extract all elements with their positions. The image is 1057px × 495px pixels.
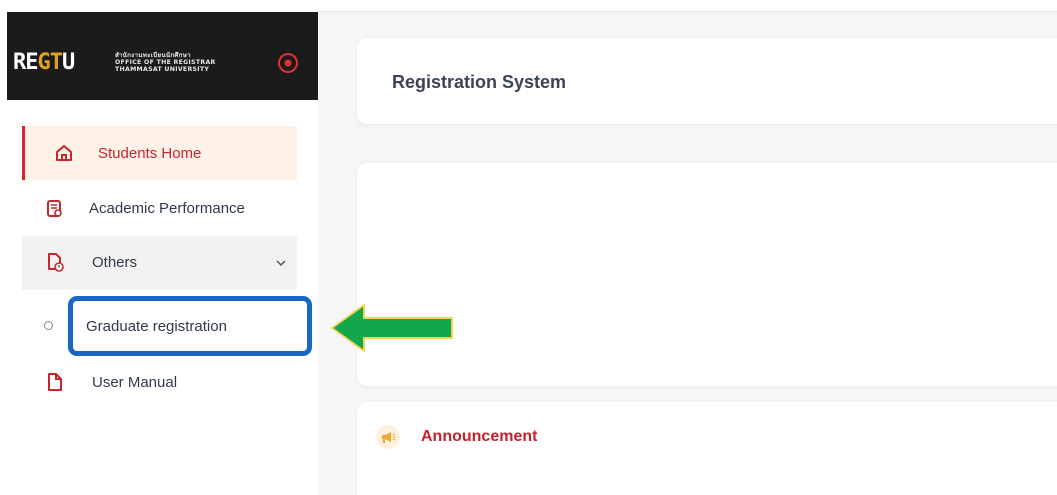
logo-caption-en: OFFICE OF THE REGISTRAR <box>115 59 216 66</box>
document-info-icon <box>44 251 66 273</box>
sidebar-item-academic-performance[interactable]: Academic Performance <box>22 182 297 236</box>
logo-caption-univ: THAMMASAT UNIVERSITY <box>115 66 210 73</box>
highlight-box <box>68 296 312 356</box>
sidebar-item-label: Others <box>92 254 138 271</box>
sidebar-item-others[interactable]: Others <box>22 236 297 290</box>
top-divider <box>318 11 1057 12</box>
arrow-left-icon <box>331 304 453 352</box>
sidebar-item-user-manual[interactable]: User Manual <box>22 356 297 410</box>
page: Registration System Announcement REGTU ส… <box>0 0 1057 495</box>
content-card <box>357 163 1057 386</box>
file-icon <box>44 371 66 393</box>
logo-caption: สำนักงานทะเบียนนักศึกษา OFFICE OF THE RE… <box>115 52 216 73</box>
announcement-title: Announcement <box>421 428 538 445</box>
sidebar-item-label: Students Home <box>98 145 202 162</box>
document-badge-icon <box>44 198 66 220</box>
sidebar-item-label: Academic Performance <box>89 200 245 217</box>
logo-caption-thai: สำนักงานทะเบียนนักศึกษา <box>115 52 191 59</box>
power-icon[interactable] <box>277 52 299 74</box>
page-title: Registration System <box>392 72 567 92</box>
sidebar-item-students-home[interactable]: Students Home <box>22 126 297 180</box>
logo-wordmark: REGTU <box>13 50 75 75</box>
chevron-down-icon[interactable] <box>275 256 287 268</box>
logo-bar[interactable]: REGTU สำนักงานทะเบียนนักศึกษา OFFICE OF … <box>7 12 318 100</box>
megaphone-icon <box>376 425 400 449</box>
announcement-card <box>357 402 1057 495</box>
sidebar-item-label: User Manual <box>92 374 178 391</box>
circle-bullet-icon <box>44 321 53 330</box>
home-icon <box>53 142 75 164</box>
